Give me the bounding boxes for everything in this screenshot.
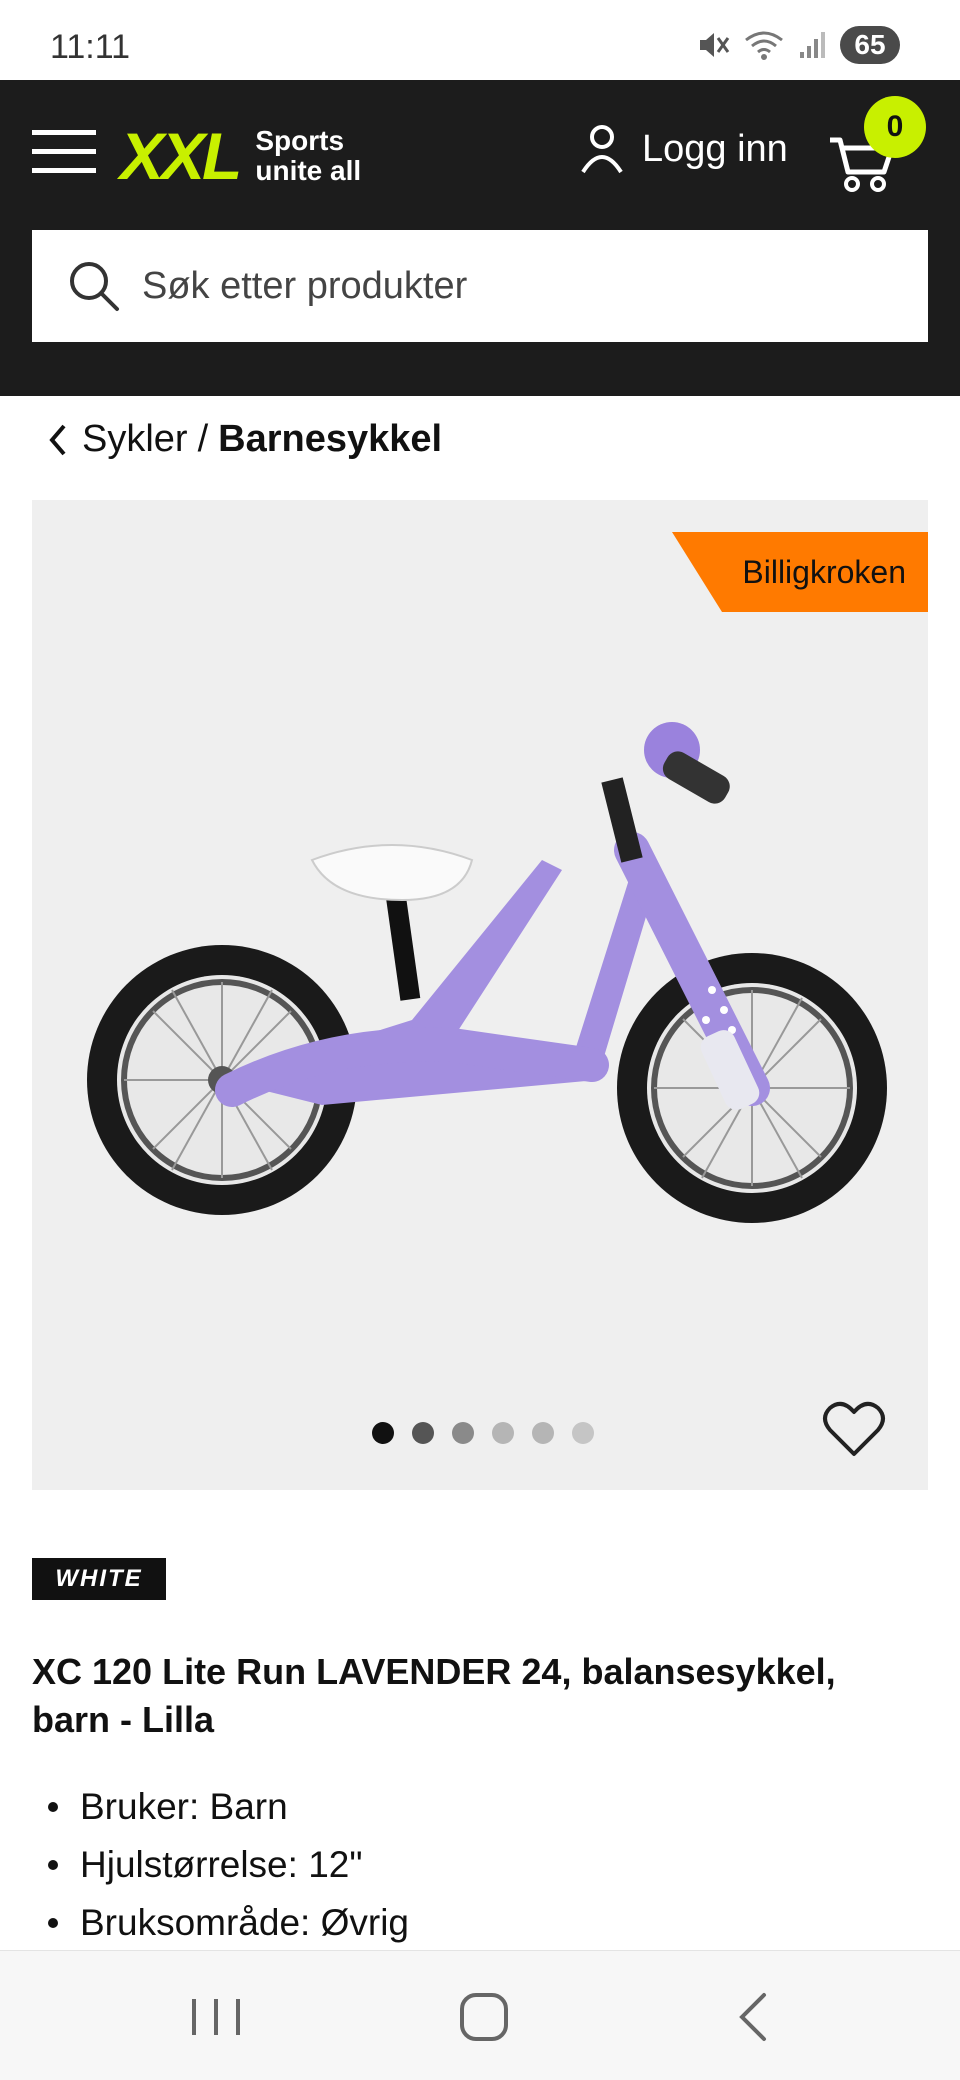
- carousel-dot-3[interactable]: [452, 1422, 474, 1444]
- back-icon[interactable]: [724, 1991, 784, 2043]
- chevron-left-icon[interactable]: [44, 420, 72, 460]
- status-icons: 65: [696, 26, 900, 64]
- carousel-dot-5[interactable]: [532, 1422, 554, 1444]
- search-placeholder: Søk etter produkter: [142, 264, 468, 307]
- search-input[interactable]: Søk etter produkter: [32, 230, 928, 342]
- home-icon[interactable]: [454, 1991, 514, 2043]
- login-button[interactable]: Logg inn: [580, 124, 788, 174]
- breadcrumb: Sykler / Barnesykkel: [44, 418, 442, 461]
- spec-item: Bruksområde: Øvrig: [48, 1894, 409, 1952]
- brand-logo[interactable]: WHITE: [32, 1558, 166, 1600]
- hamburger-menu-icon[interactable]: [32, 128, 96, 176]
- battery-indicator: 65: [840, 26, 900, 64]
- bullet: [48, 1918, 58, 1928]
- carousel-dot-2[interactable]: [412, 1422, 434, 1444]
- spec-text: Hjulstørrelse: 12": [80, 1844, 363, 1885]
- logo-mark: XXL: [120, 119, 242, 193]
- breadcrumb-parent-link[interactable]: Sykler: [82, 418, 188, 461]
- wifi-icon: [745, 31, 783, 60]
- bullet: [48, 1860, 58, 1870]
- product-title: XC 120 Lite Run LAVENDER 24, balansesykk…: [32, 1651, 836, 1740]
- breadcrumb-separator: /: [197, 418, 209, 460]
- signal-icon: [800, 32, 825, 58]
- recent-apps-icon[interactable]: [186, 1991, 246, 2043]
- system-navigation-bar: [0, 1950, 960, 2080]
- status-time: 11:11: [50, 28, 131, 66]
- logo-tagline-line-1: Sports: [255, 125, 345, 156]
- spec-text: Bruker: Barn: [80, 1786, 288, 1827]
- login-label: Logg inn: [642, 127, 788, 170]
- spec-text: Bruksområde: Øvrig: [80, 1902, 409, 1943]
- spec-item: Hjulstørrelse: 12": [48, 1836, 409, 1894]
- mute-icon: [700, 33, 730, 57]
- status-bar: 11:11 65: [0, 0, 960, 80]
- bullet: [48, 1802, 58, 1812]
- carousel-dot-1[interactable]: [372, 1422, 394, 1444]
- search-icon: [70, 262, 119, 311]
- brand-logo-text: WHITE: [55, 1565, 143, 1592]
- xxl-logo[interactable]: XXL Sports unite all: [120, 118, 361, 194]
- favorite-heart-icon[interactable]: [822, 1398, 886, 1458]
- site-header: XXL Sports unite all Logg inn 0 Søk ette…: [0, 80, 960, 396]
- carousel-dot-6[interactable]: [572, 1422, 594, 1444]
- carousel-dot-4[interactable]: [492, 1422, 514, 1444]
- breadcrumb-current: Barnesykkel: [218, 418, 443, 460]
- promo-badge-label: Billigkroken: [742, 553, 906, 590]
- carousel-dots: [372, 1422, 594, 1444]
- product-specs-list: Bruker: Barn Hjulstørrelse: 12" Bruksomr…: [48, 1778, 409, 1952]
- logo-tagline: Sports unite all: [255, 126, 361, 186]
- spec-item: Bruker: Barn: [48, 1778, 409, 1836]
- logo-tagline-line-2: unite all: [255, 155, 362, 186]
- product-image: [87, 722, 887, 1223]
- user-icon: [581, 125, 623, 174]
- cart-count-badge[interactable]: 0: [864, 96, 926, 158]
- product-image-carousel[interactable]: Billigkroken: [32, 500, 928, 1490]
- promo-badge: Billigkroken: [672, 532, 928, 612]
